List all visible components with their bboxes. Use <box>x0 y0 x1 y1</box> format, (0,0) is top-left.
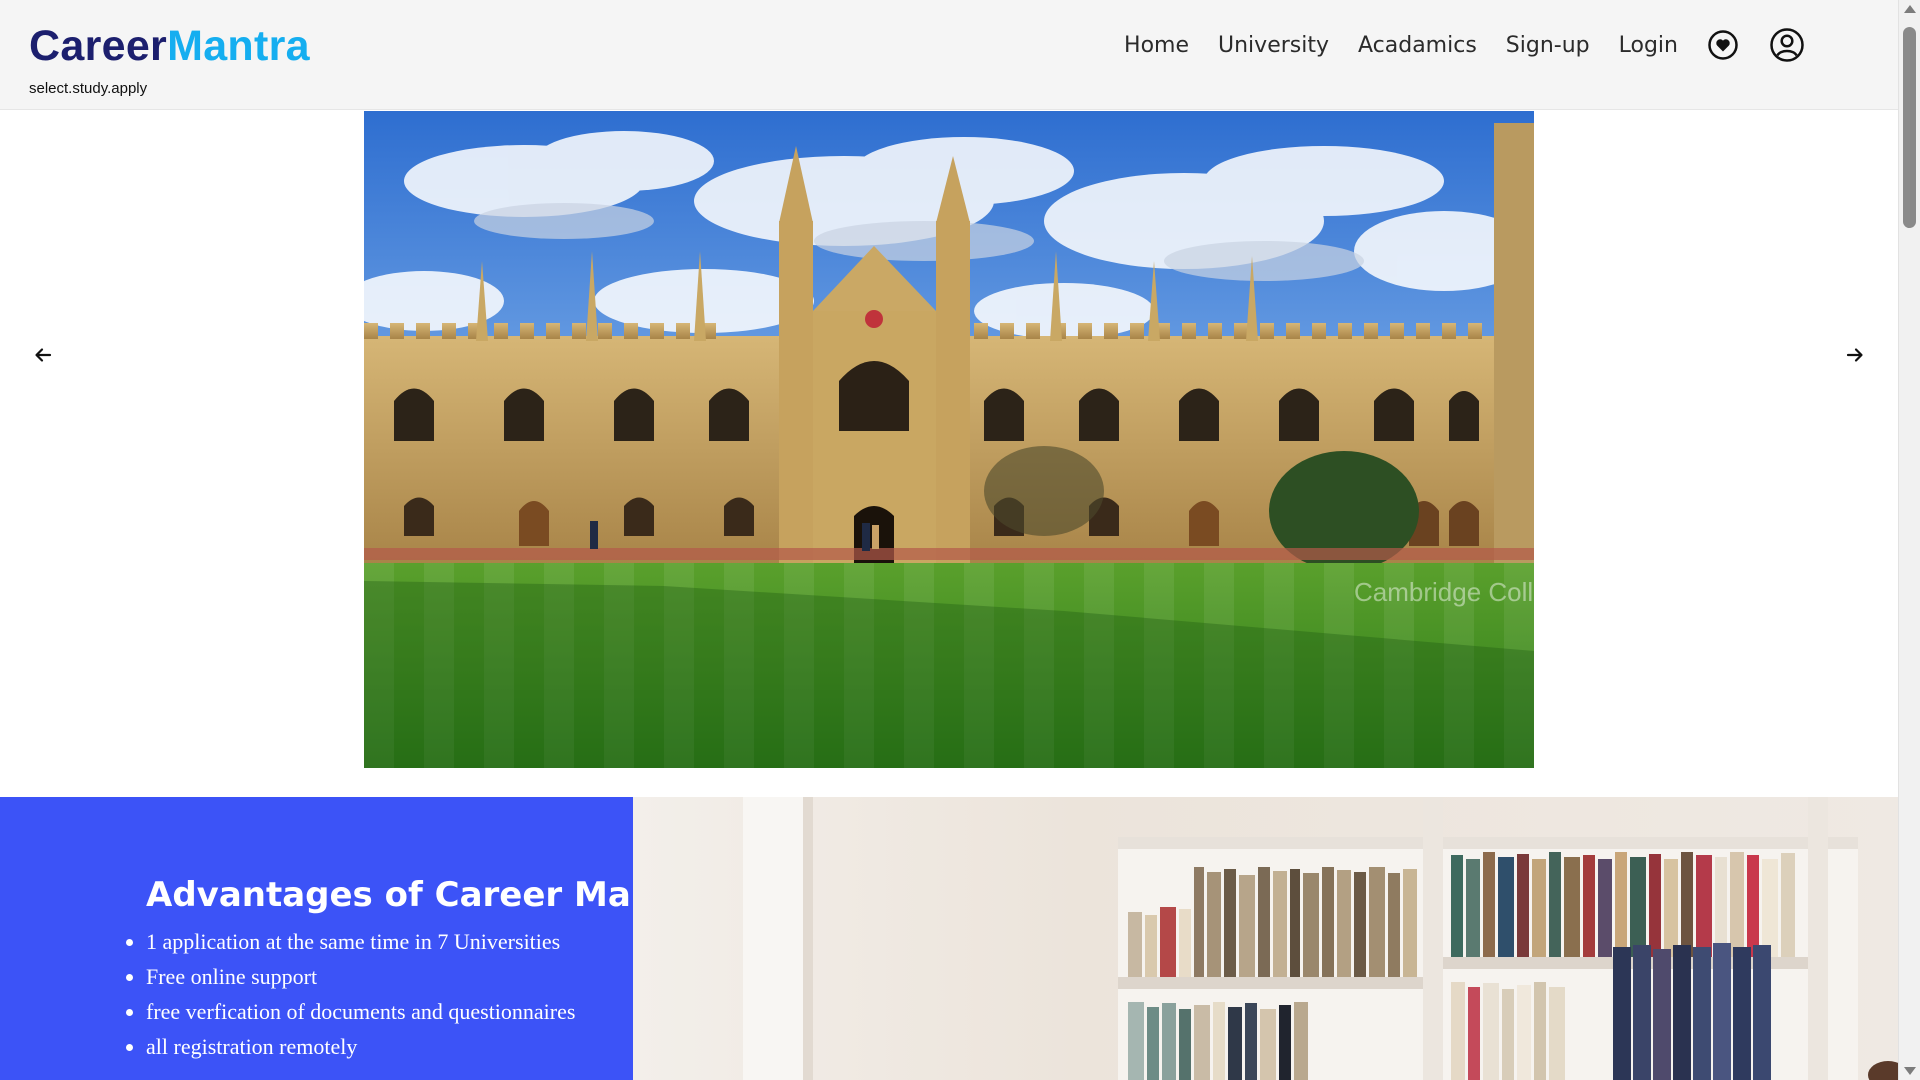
site-header: CareerMantra select.study.apply Home Uni… <box>0 0 1898 110</box>
nav-academics[interactable]: Acadamics <box>1358 33 1477 58</box>
nav-university[interactable]: University <box>1218 33 1329 58</box>
advantage-item: Free online support <box>125 959 575 994</box>
advantages-title: Advantages of Career Mantra <box>146 875 711 915</box>
hero-carousel: Cambridge Colleges <box>0 111 1898 768</box>
page-scrollbar[interactable] <box>1898 0 1920 1080</box>
advantages-section: Advantages of Career Mantra 1 applicatio… <box>0 797 1898 1080</box>
advantage-item: 1 application at the same time in 7 Univ… <box>125 924 575 959</box>
library-bookshelf-image <box>633 797 1898 1080</box>
slide-watermark: Cambridge Colleges <box>1354 577 1534 607</box>
brand-tagline: select.study.apply <box>29 80 148 97</box>
advantages-list: 1 application at the same time in 7 Univ… <box>125 924 575 1064</box>
nav-sign-up[interactable]: Sign-up <box>1506 33 1590 58</box>
brand-logo[interactable]: CareerMantra <box>29 22 310 71</box>
advantages-panel: Advantages of Career Mantra 1 applicatio… <box>0 797 711 1080</box>
scroll-down-arrow-icon[interactable] <box>1904 1067 1916 1075</box>
advantage-item: free verfication of documents and questi… <box>125 994 575 1029</box>
advantage-item: all registration remotely <box>125 1029 575 1064</box>
arrow-right-icon[interactable] <box>1837 337 1873 373</box>
scrollbar-thumb[interactable] <box>1903 27 1916 228</box>
brand-name-part1: Career <box>29 22 168 70</box>
brand-name-part2: Mantra <box>167 22 310 70</box>
heart-icon[interactable] <box>1707 29 1739 61</box>
nav-home[interactable]: Home <box>1124 33 1189 58</box>
carousel-slide-image: Cambridge Colleges <box>364 111 1534 768</box>
arrow-left-icon[interactable] <box>25 337 61 373</box>
main-nav: Home University Acadamics Sign-up Login <box>1124 22 1805 68</box>
user-account-icon[interactable] <box>1769 27 1805 63</box>
scroll-up-arrow-icon[interactable] <box>1904 5 1916 13</box>
nav-login[interactable]: Login <box>1619 33 1678 58</box>
